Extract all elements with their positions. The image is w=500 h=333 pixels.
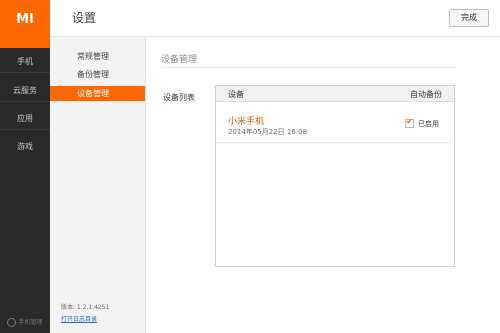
phone-status-icon: [7, 318, 17, 327]
phone-manager-link[interactable]: 手机管理: [0, 317, 50, 327]
column-header-device: 设备: [228, 90, 244, 99]
device-list-label: 设备列表: [163, 93, 195, 102]
rail-item-apps[interactable]: 应用: [0, 109, 50, 130]
auto-backup-checkbox[interactable]: ✔: [405, 117, 414, 128]
device-management-panel: 设备管理 设备列表 设备 自动备份 小米手机 2014年05月22日 16:08…: [146, 37, 500, 333]
section-divider: [161, 67, 457, 68]
page-title: 设置: [72, 11, 97, 25]
device-name: 小米手机: [228, 117, 265, 127]
device-date: 2014年05月22日 16:08: [228, 128, 308, 136]
settings-header: 设置 完成: [50, 0, 500, 37]
rail-item-games[interactable]: 游戏: [0, 137, 50, 157]
device-table: 设备 自动备份 小米手机 2014年05月22日 16:08 ✔ 已启用: [215, 85, 455, 267]
open-log-folder-link[interactable]: 打开日志目录: [61, 314, 97, 323]
auto-backup-status: 已启用: [418, 120, 439, 128]
sidebar-item-devices[interactable]: 设备管理: [50, 86, 145, 101]
table-row[interactable]: 小米手机 2014年05月22日 16:08 ✔ 已启用: [216, 102, 454, 143]
rail-item-cloud[interactable]: 云服务: [0, 81, 50, 102]
column-header-auto-backup: 自动备份: [410, 90, 442, 99]
done-button[interactable]: 完成: [449, 9, 489, 27]
table-header: 设备 自动备份: [216, 86, 454, 102]
phone-manager-label: 手机管理: [18, 319, 43, 326]
settings-sidebar: 常规管理 备份管理 设备管理 版本: 1.2.1.4251 打开日志目录: [50, 37, 146, 333]
sidebar-item-general[interactable]: 常规管理: [50, 49, 145, 64]
app-rail: MI 手机 云服务 应用 游戏 手机管理: [0, 0, 50, 333]
version-text: 版本: 1.2.1.4251: [61, 304, 110, 311]
section-title: 设备管理: [161, 55, 198, 65]
sidebar-item-backup[interactable]: 备份管理: [50, 67, 145, 82]
checkmark-icon: ✔: [406, 117, 413, 126]
rail-item-phone[interactable]: 手机: [0, 52, 50, 73]
mi-logo: MI: [0, 0, 50, 48]
